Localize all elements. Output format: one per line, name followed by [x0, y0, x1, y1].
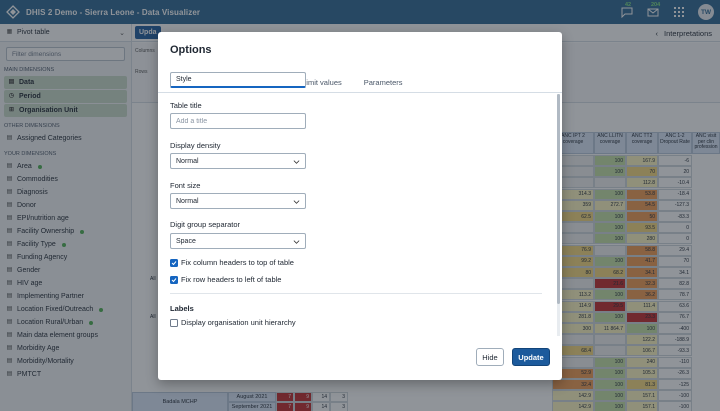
modal-scrollbar[interactable] — [557, 94, 560, 336]
tab-parameters[interactable]: Parameters — [360, 72, 407, 92]
hide-button[interactable]: Hide — [476, 348, 504, 366]
checkbox-checked-icon — [170, 258, 178, 267]
chevron-down-icon — [293, 159, 300, 164]
table-title-label: Table title — [170, 101, 202, 110]
table-title-input[interactable] — [170, 113, 306, 129]
digit-separator-value: Space — [176, 237, 196, 245]
modal-footer: Hide Update — [476, 348, 550, 366]
fix-column-headers-label: Fix column headers to top of table — [181, 258, 294, 267]
fix-column-headers-checkbox[interactable]: Fix column headers to top of table — [170, 258, 294, 267]
font-size-select[interactable]: Normal — [170, 193, 306, 209]
scrollbar-thumb[interactable] — [557, 94, 560, 304]
digit-separator-label: Digit group separator — [170, 220, 241, 229]
labels-section-heading: Labels — [170, 304, 194, 313]
chevron-down-icon — [293, 199, 300, 204]
digit-separator-select[interactable]: Space — [170, 233, 306, 249]
font-size-value: Normal — [176, 197, 199, 205]
options-modal: Options Data Legend Series Style Limit v… — [158, 32, 562, 380]
fix-row-headers-checkbox[interactable]: Fix row headers to left of table — [170, 275, 281, 284]
display-hierarchy-label: Display organisation unit hierarchy — [181, 318, 296, 327]
fix-row-headers-label: Fix row headers to left of table — [181, 275, 282, 284]
tab-style[interactable]: Style — [170, 72, 306, 88]
update-button[interactable]: Update — [512, 348, 550, 366]
style-tab-content: Table title Display density Normal Font … — [170, 98, 552, 338]
section-divider — [170, 293, 542, 294]
display-density-label: Display density — [170, 141, 221, 150]
options-tabs: Data Legend Series Style Limit values Pa… — [170, 72, 407, 92]
chevron-down-icon — [293, 239, 300, 244]
app-page: DHIS 2 Demo - Sierra Leone - Data Visual… — [0, 0, 720, 411]
display-hierarchy-checkbox[interactable]: Display organisation unit hierarchy — [170, 318, 296, 327]
font-size-label: Font size — [170, 181, 201, 190]
checkbox-checked-icon — [170, 275, 178, 284]
tabs-divider — [158, 92, 562, 93]
display-density-value: Normal — [176, 157, 199, 165]
display-density-select[interactable]: Normal — [170, 153, 306, 169]
modal-title: Options — [170, 44, 212, 56]
checkbox-unchecked-icon — [170, 318, 178, 327]
